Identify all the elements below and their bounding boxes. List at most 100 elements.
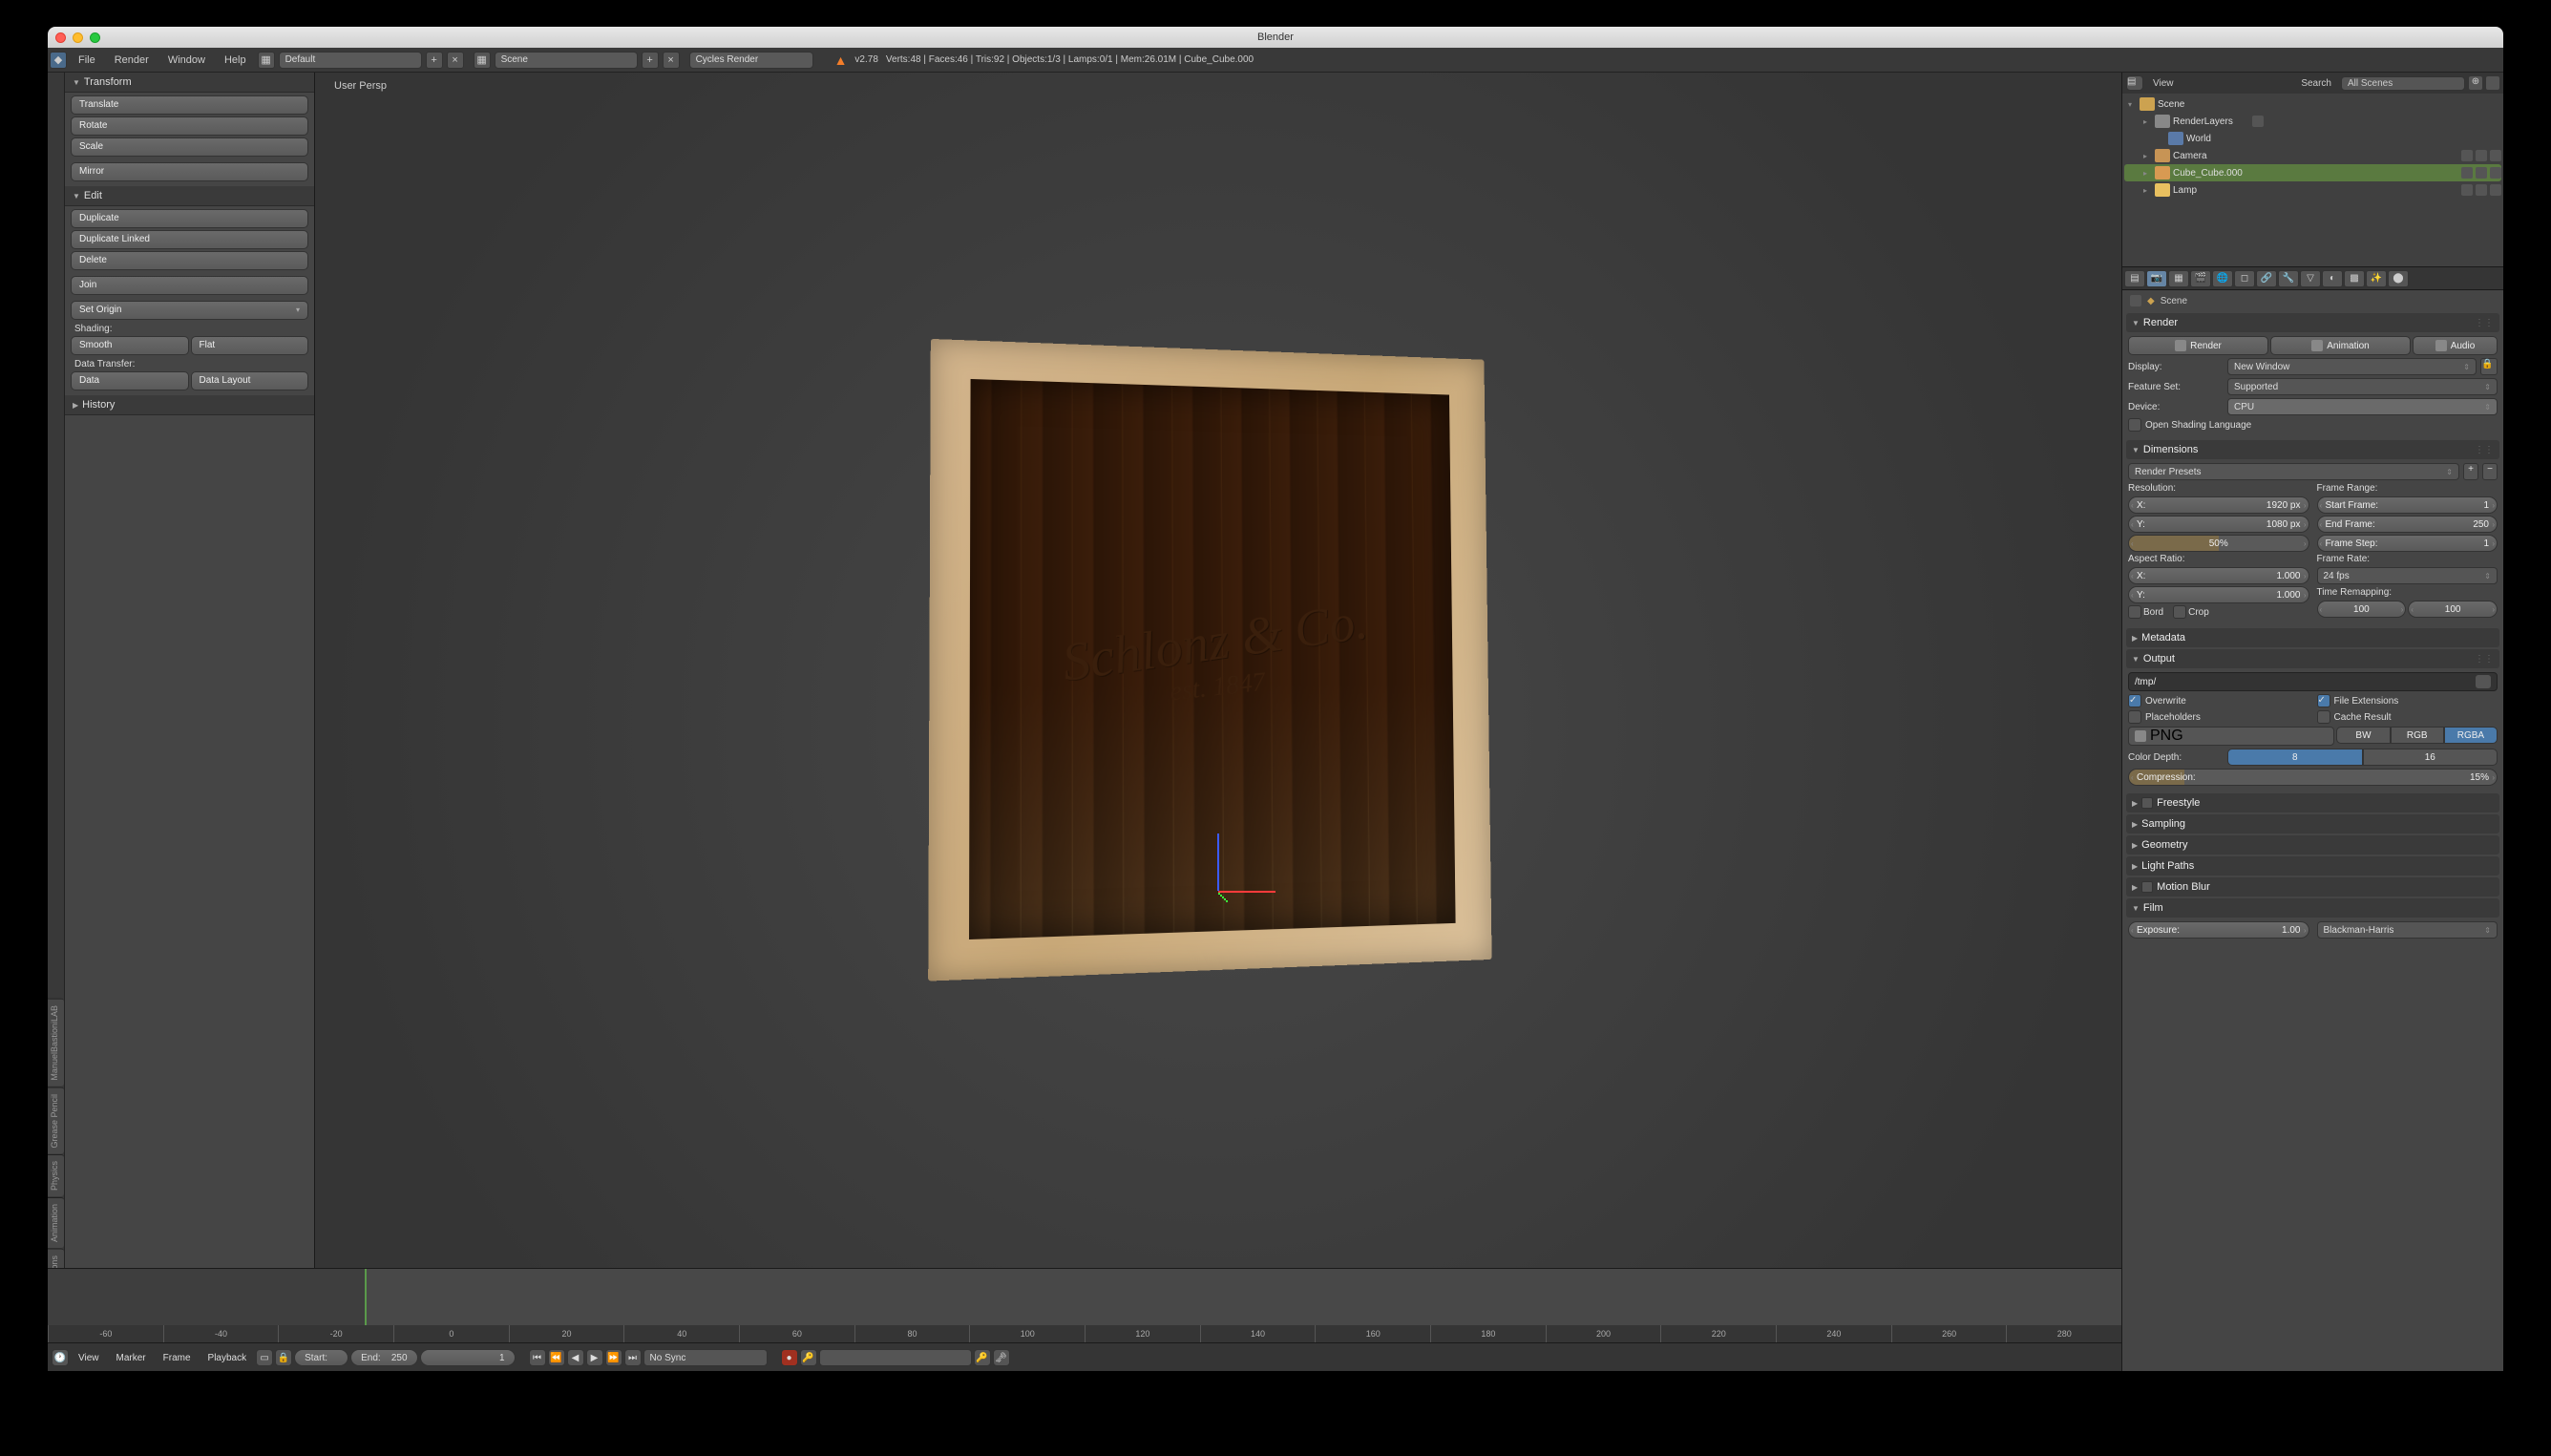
depth-8-button[interactable]: 8: [2227, 749, 2363, 766]
tab-render-icon[interactable]: 📷: [2146, 270, 2167, 287]
rotate-button[interactable]: Rotate: [71, 116, 308, 136]
border-checkbox[interactable]: [2128, 605, 2141, 619]
dimensions-header[interactable]: Dimensions⋮⋮: [2126, 440, 2499, 459]
remap-new-field[interactable]: 100: [2408, 601, 2498, 618]
data-layout-button[interactable]: Data Layout: [191, 371, 309, 390]
render-button[interactable]: Render: [2128, 336, 2268, 355]
edit-header[interactable]: Edit: [65, 186, 314, 206]
sampling-header[interactable]: Sampling: [2126, 814, 2499, 834]
outliner-plus-icon[interactable]: ⊕: [2469, 76, 2482, 90]
timeline-editor-icon[interactable]: 🕐: [52, 1349, 69, 1366]
tree-scene[interactable]: ▾Scene: [2124, 95, 2501, 113]
geometry-header[interactable]: Geometry: [2126, 835, 2499, 855]
pin-icon[interactable]: [2130, 295, 2141, 306]
compression-field[interactable]: Compression:15%: [2128, 769, 2498, 786]
outliner-filter[interactable]: All Scenes: [2341, 76, 2465, 91]
tab-animation[interactable]: Animation: [48, 1197, 64, 1248]
add-layout-icon[interactable]: +: [426, 52, 443, 69]
start-frame-field[interactable]: Start Frame:1: [2317, 496, 2498, 514]
res-x-field[interactable]: X:1920 px: [2128, 496, 2309, 514]
film-header[interactable]: Film: [2126, 898, 2499, 918]
tree-renderlayers[interactable]: ▸RenderLayers: [2124, 113, 2501, 130]
join-button[interactable]: Join: [71, 276, 308, 295]
data-button[interactable]: Data: [71, 371, 189, 390]
res-pct-field[interactable]: 50%: [2128, 535, 2309, 552]
output-header[interactable]: Output⋮⋮: [2126, 649, 2499, 668]
keyframe-prev-icon[interactable]: ⏪: [548, 1349, 565, 1366]
delete-button[interactable]: Delete: [71, 251, 308, 270]
set-origin-menu[interactable]: Set Origin: [71, 301, 308, 320]
rgb-button[interactable]: RGB: [2391, 727, 2444, 744]
key-insert-icon[interactable]: 🔑: [974, 1349, 991, 1366]
play-icon[interactable]: ▶: [586, 1349, 603, 1366]
freestyle-checkbox[interactable]: [2141, 797, 2153, 809]
outliner-ghost-icon[interactable]: [2486, 76, 2499, 90]
freestyle-header[interactable]: Freestyle: [2126, 793, 2499, 812]
keyset-icon[interactable]: 🔑: [800, 1349, 817, 1366]
tab-grease[interactable]: Grease Pencil: [48, 1087, 64, 1154]
keyingset-dropdown[interactable]: [819, 1349, 972, 1366]
follow-icon[interactable]: 🔒: [275, 1349, 292, 1366]
end-frame-field[interactable]: End Frame:250: [2317, 516, 2498, 533]
properties-scroll[interactable]: Render⋮⋮ Render Animation Audio Display:…: [2122, 311, 2503, 1371]
maximize-icon[interactable]: [90, 32, 100, 43]
render-panel-header[interactable]: Render⋮⋮: [2126, 313, 2499, 332]
outliner-tree[interactable]: ▾Scene ▸RenderLayers World ▸Camera ▸Cube…: [2122, 94, 2503, 266]
range-icon[interactable]: ▭: [256, 1349, 273, 1366]
metadata-header[interactable]: Metadata: [2126, 628, 2499, 647]
tree-lamp[interactable]: ▸Lamp: [2124, 181, 2501, 199]
gizmo-z-axis-icon[interactable]: [1217, 834, 1219, 891]
tab-world-icon[interactable]: 🌐: [2212, 270, 2233, 287]
sync-dropdown[interactable]: No Sync: [643, 1349, 768, 1366]
fileext-checkbox[interactable]: ✓: [2317, 694, 2330, 707]
translate-button[interactable]: Translate: [71, 95, 308, 115]
crop-checkbox[interactable]: [2173, 605, 2186, 619]
autokey-icon[interactable]: ●: [781, 1349, 798, 1366]
rgba-button[interactable]: RGBA: [2444, 727, 2498, 744]
preset-del-icon[interactable]: −: [2482, 463, 2498, 480]
gizmo-x-axis-icon[interactable]: [1218, 891, 1276, 893]
placeholders-checkbox[interactable]: [2128, 710, 2141, 724]
outliner-editor-icon[interactable]: ▤: [2126, 75, 2143, 91]
tab-data-icon[interactable]: ▽: [2300, 270, 2321, 287]
remap-old-field[interactable]: 100: [2317, 601, 2407, 618]
folder-icon[interactable]: [2476, 675, 2491, 688]
tl-menu-view[interactable]: View: [71, 1353, 107, 1363]
overwrite-checkbox[interactable]: ✓: [2128, 694, 2141, 707]
keyframe-next-icon[interactable]: ⏩: [605, 1349, 622, 1366]
screen-browse-icon[interactable]: ▦: [258, 52, 275, 69]
tl-menu-playback[interactable]: Playback: [200, 1353, 255, 1363]
aspect-x-field[interactable]: X:1.000: [2128, 567, 2309, 584]
format-dropdown[interactable]: PNG: [2128, 727, 2334, 746]
jump-end-icon[interactable]: ⏭: [624, 1349, 642, 1366]
feature-dropdown[interactable]: Supported: [2227, 378, 2498, 395]
motion-blur-checkbox[interactable]: [2141, 881, 2153, 893]
tab-physics[interactable]: Physics: [48, 1154, 64, 1196]
tab-renderlayers-icon[interactable]: ▦: [2168, 270, 2189, 287]
render-presets-dropdown[interactable]: Render Presets: [2128, 463, 2459, 480]
titlebar[interactable]: Blender: [48, 27, 2503, 48]
device-dropdown[interactable]: CPU: [2227, 398, 2498, 415]
duplicate-linked-button[interactable]: Duplicate Linked: [71, 230, 308, 249]
frame-step-field[interactable]: Frame Step:1: [2317, 535, 2498, 552]
fps-dropdown[interactable]: 24 fps: [2317, 567, 2498, 584]
menu-file[interactable]: File: [69, 54, 105, 66]
tab-modifiers-icon[interactable]: 🔧: [2278, 270, 2299, 287]
current-frame-input[interactable]: 1: [420, 1349, 516, 1366]
menu-window[interactable]: Window: [158, 54, 215, 66]
close-icon[interactable]: [55, 32, 66, 43]
menu-help[interactable]: Help: [215, 54, 256, 66]
layout-dropdown[interactable]: Default: [279, 52, 422, 69]
smooth-button[interactable]: Smooth: [71, 336, 189, 355]
outliner-menu-view[interactable]: View: [2147, 78, 2180, 89]
lock-ui-icon[interactable]: 🔒: [2480, 358, 2498, 375]
outliner-menu-search[interactable]: Search: [2295, 78, 2337, 89]
preset-add-icon[interactable]: +: [2463, 463, 2478, 480]
tab-physics-icon[interactable]: ⬤: [2388, 270, 2409, 287]
timeline-track[interactable]: -60-40-200204060801001201401601802002202…: [48, 1269, 2121, 1343]
scene-dropdown[interactable]: Scene: [495, 52, 638, 69]
depth-16-button[interactable]: 16: [2363, 749, 2498, 766]
add-scene-icon[interactable]: +: [642, 52, 659, 69]
tab-constraints-icon[interactable]: 🔗: [2256, 270, 2277, 287]
flat-button[interactable]: Flat: [191, 336, 309, 355]
